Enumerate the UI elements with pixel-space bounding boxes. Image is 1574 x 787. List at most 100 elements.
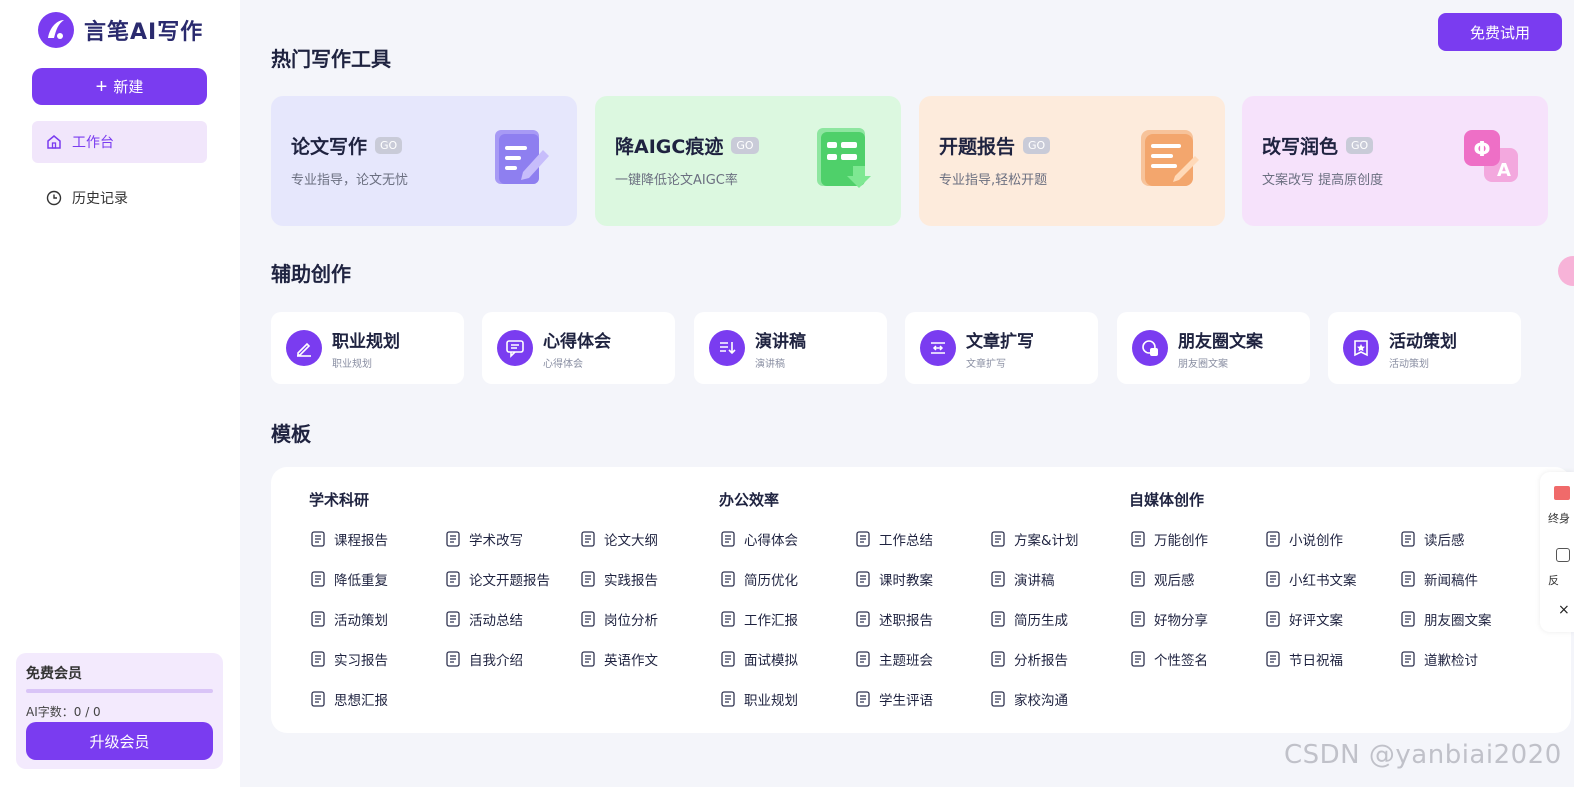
tool-name: 开题报告: [939, 136, 1016, 158]
template-item[interactable]: 课程报告: [309, 529, 388, 549]
gift-icon[interactable]: [1554, 486, 1570, 500]
template-item[interactable]: 朋友圈文案: [1399, 609, 1492, 629]
template-doc-icon: [1401, 611, 1415, 627]
sidebar-item-workbench[interactable]: 工作台: [32, 121, 207, 163]
template-doc-icon: [721, 691, 735, 707]
template-item[interactable]: 课时教案: [854, 569, 933, 589]
template-item-label: 演讲稿: [1014, 573, 1055, 589]
translate-icon: Φ A: [1464, 130, 1518, 182]
assist-sub: 演讲稿: [755, 358, 785, 370]
template-item[interactable]: 面试模拟: [719, 649, 798, 669]
assist-sub: 心得体会: [543, 358, 583, 370]
template-doc-icon: [311, 691, 325, 707]
template-doc-icon: [1266, 651, 1280, 667]
template-item[interactable]: 论文开题报告: [444, 569, 550, 589]
template-item[interactable]: 职业规划: [719, 689, 798, 709]
chat-note-icon: [497, 330, 533, 366]
template-item-label: 好评文案: [1289, 613, 1343, 629]
assist-title: 职业规划: [332, 331, 400, 352]
template-item[interactable]: 节日祝福: [1264, 649, 1343, 669]
template-item[interactable]: 方案&计划: [989, 529, 1079, 549]
go-badge: GO: [1346, 137, 1374, 154]
template-item[interactable]: 论文大纲: [579, 529, 658, 549]
template-doc-icon: [856, 651, 870, 667]
template-item[interactable]: 简历优化: [719, 569, 798, 589]
template-item[interactable]: 小说创作: [1264, 529, 1343, 549]
template-item-label: 小红书文案: [1289, 573, 1357, 589]
template-item[interactable]: 新闻稿件: [1399, 569, 1478, 589]
sidebar-item-history[interactable]: 历史记录: [32, 177, 207, 219]
template-item[interactable]: 道歉检讨: [1399, 649, 1478, 669]
tool-card-reduce-aigc[interactable]: 降AIGC痕迹 GO 一键降低论文AIGC率: [595, 96, 901, 226]
template-item[interactable]: 好评文案: [1264, 609, 1343, 629]
template-item[interactable]: 分析报告: [989, 649, 1068, 669]
template-item[interactable]: 个性签名: [1129, 649, 1208, 669]
template-item[interactable]: 观后感: [1129, 569, 1195, 589]
template-doc-icon: [311, 611, 325, 627]
template-item[interactable]: 学生评语: [854, 689, 933, 709]
template-item[interactable]: 自我介绍: [444, 649, 523, 669]
home-icon: [47, 135, 61, 149]
template-item[interactable]: 家校沟通: [989, 689, 1068, 709]
template-item[interactable]: 主题班会: [854, 649, 933, 669]
template-item[interactable]: 英语作文: [579, 649, 658, 669]
template-item[interactable]: 岗位分析: [579, 609, 658, 629]
template-panel: 学术科研 办公效率 自媒体创作 课程报告 学术改写 论文大纲 降低重复 论文开题报告 实践…: [271, 467, 1571, 733]
template-item-label: 工作总结: [879, 533, 933, 549]
template-item[interactable]: 实践报告: [579, 569, 658, 589]
free-trial-button[interactable]: 免费试用: [1438, 13, 1562, 51]
template-item-label: 心得体会: [744, 533, 798, 549]
template-item[interactable]: 实习报告: [309, 649, 388, 669]
tool-card-paper[interactable]: 论文写作 GO 专业指导，论文无忧: [271, 96, 577, 226]
template-item[interactable]: 小红书文案: [1264, 569, 1357, 589]
template-doc-icon: [856, 531, 870, 547]
float-label-1: 终身: [1548, 512, 1570, 525]
upgrade-button[interactable]: 升级会员: [26, 722, 213, 760]
assist-card-career[interactable]: 职业规划 职业规划: [271, 312, 464, 384]
template-item[interactable]: 降低重复: [309, 569, 388, 589]
assist-card-event[interactable]: 活动策划 活动策划: [1328, 312, 1521, 384]
member-progress-bar: [26, 689, 213, 693]
template-item[interactable]: 演讲稿: [989, 569, 1055, 589]
template-item-label: 道歉检讨: [1424, 653, 1478, 669]
assist-card-expand[interactable]: 文章扩写 文章扩写: [905, 312, 1098, 384]
svg-text:Φ: Φ: [1473, 137, 1490, 161]
tool-card-rewrite[interactable]: 改写润色 GO 文案改写 提高原创度 Φ A: [1242, 96, 1548, 226]
template-item-label: 活动总结: [469, 613, 523, 629]
template-doc-icon: [311, 651, 325, 667]
template-item-label: 活动策划: [334, 613, 388, 629]
assist-title: 心得体会: [543, 331, 611, 352]
new-button[interactable]: + 新建: [32, 68, 207, 105]
template-item-label: 课时教案: [879, 573, 933, 589]
template-item[interactable]: 万能创作: [1129, 529, 1208, 549]
tool-card-proposal[interactable]: 开题报告 GO 专业指导,轻松开题: [919, 96, 1225, 226]
assist-card-reflection[interactable]: 心得体会 心得体会: [482, 312, 675, 384]
template-item[interactable]: 活动总结: [444, 609, 523, 629]
template-item[interactable]: 心得体会: [719, 529, 798, 549]
template-item[interactable]: 活动策划: [309, 609, 388, 629]
template-item[interactable]: 工作总结: [854, 529, 933, 549]
new-button-label: 新建: [113, 79, 144, 96]
template-item[interactable]: 思想汇报: [309, 689, 388, 709]
template-item[interactable]: 好物分享: [1129, 609, 1208, 629]
logo[interactable]: 言笔AI写作: [36, 10, 203, 50]
close-icon[interactable]: ×: [1558, 602, 1570, 618]
feedback-icon[interactable]: [1556, 548, 1570, 562]
member-title: 免费会员: [26, 666, 82, 682]
template-item[interactable]: 读后感: [1399, 529, 1465, 549]
assist-card-speech[interactable]: 演讲稿 演讲稿: [694, 312, 887, 384]
template-item[interactable]: 学术改写: [444, 529, 523, 549]
svg-text:A: A: [1497, 160, 1511, 181]
template-item[interactable]: 工作汇报: [719, 609, 798, 629]
go-badge: GO: [731, 137, 759, 154]
template-item-label: 节日祝福: [1289, 653, 1343, 669]
template-item[interactable]: 简历生成: [989, 609, 1068, 629]
assist-card-moments[interactable]: 朋友圈文案 朋友圈文案: [1117, 312, 1310, 384]
floating-bubble[interactable]: [1558, 256, 1574, 286]
template-doc-icon: [311, 571, 325, 587]
template-doc-icon: [991, 611, 1005, 627]
template-doc-icon: [1266, 531, 1280, 547]
template-item[interactable]: 述职报告: [854, 609, 933, 629]
template-item-label: 论文开题报告: [469, 573, 550, 589]
template-item-label: 实践报告: [604, 573, 658, 589]
